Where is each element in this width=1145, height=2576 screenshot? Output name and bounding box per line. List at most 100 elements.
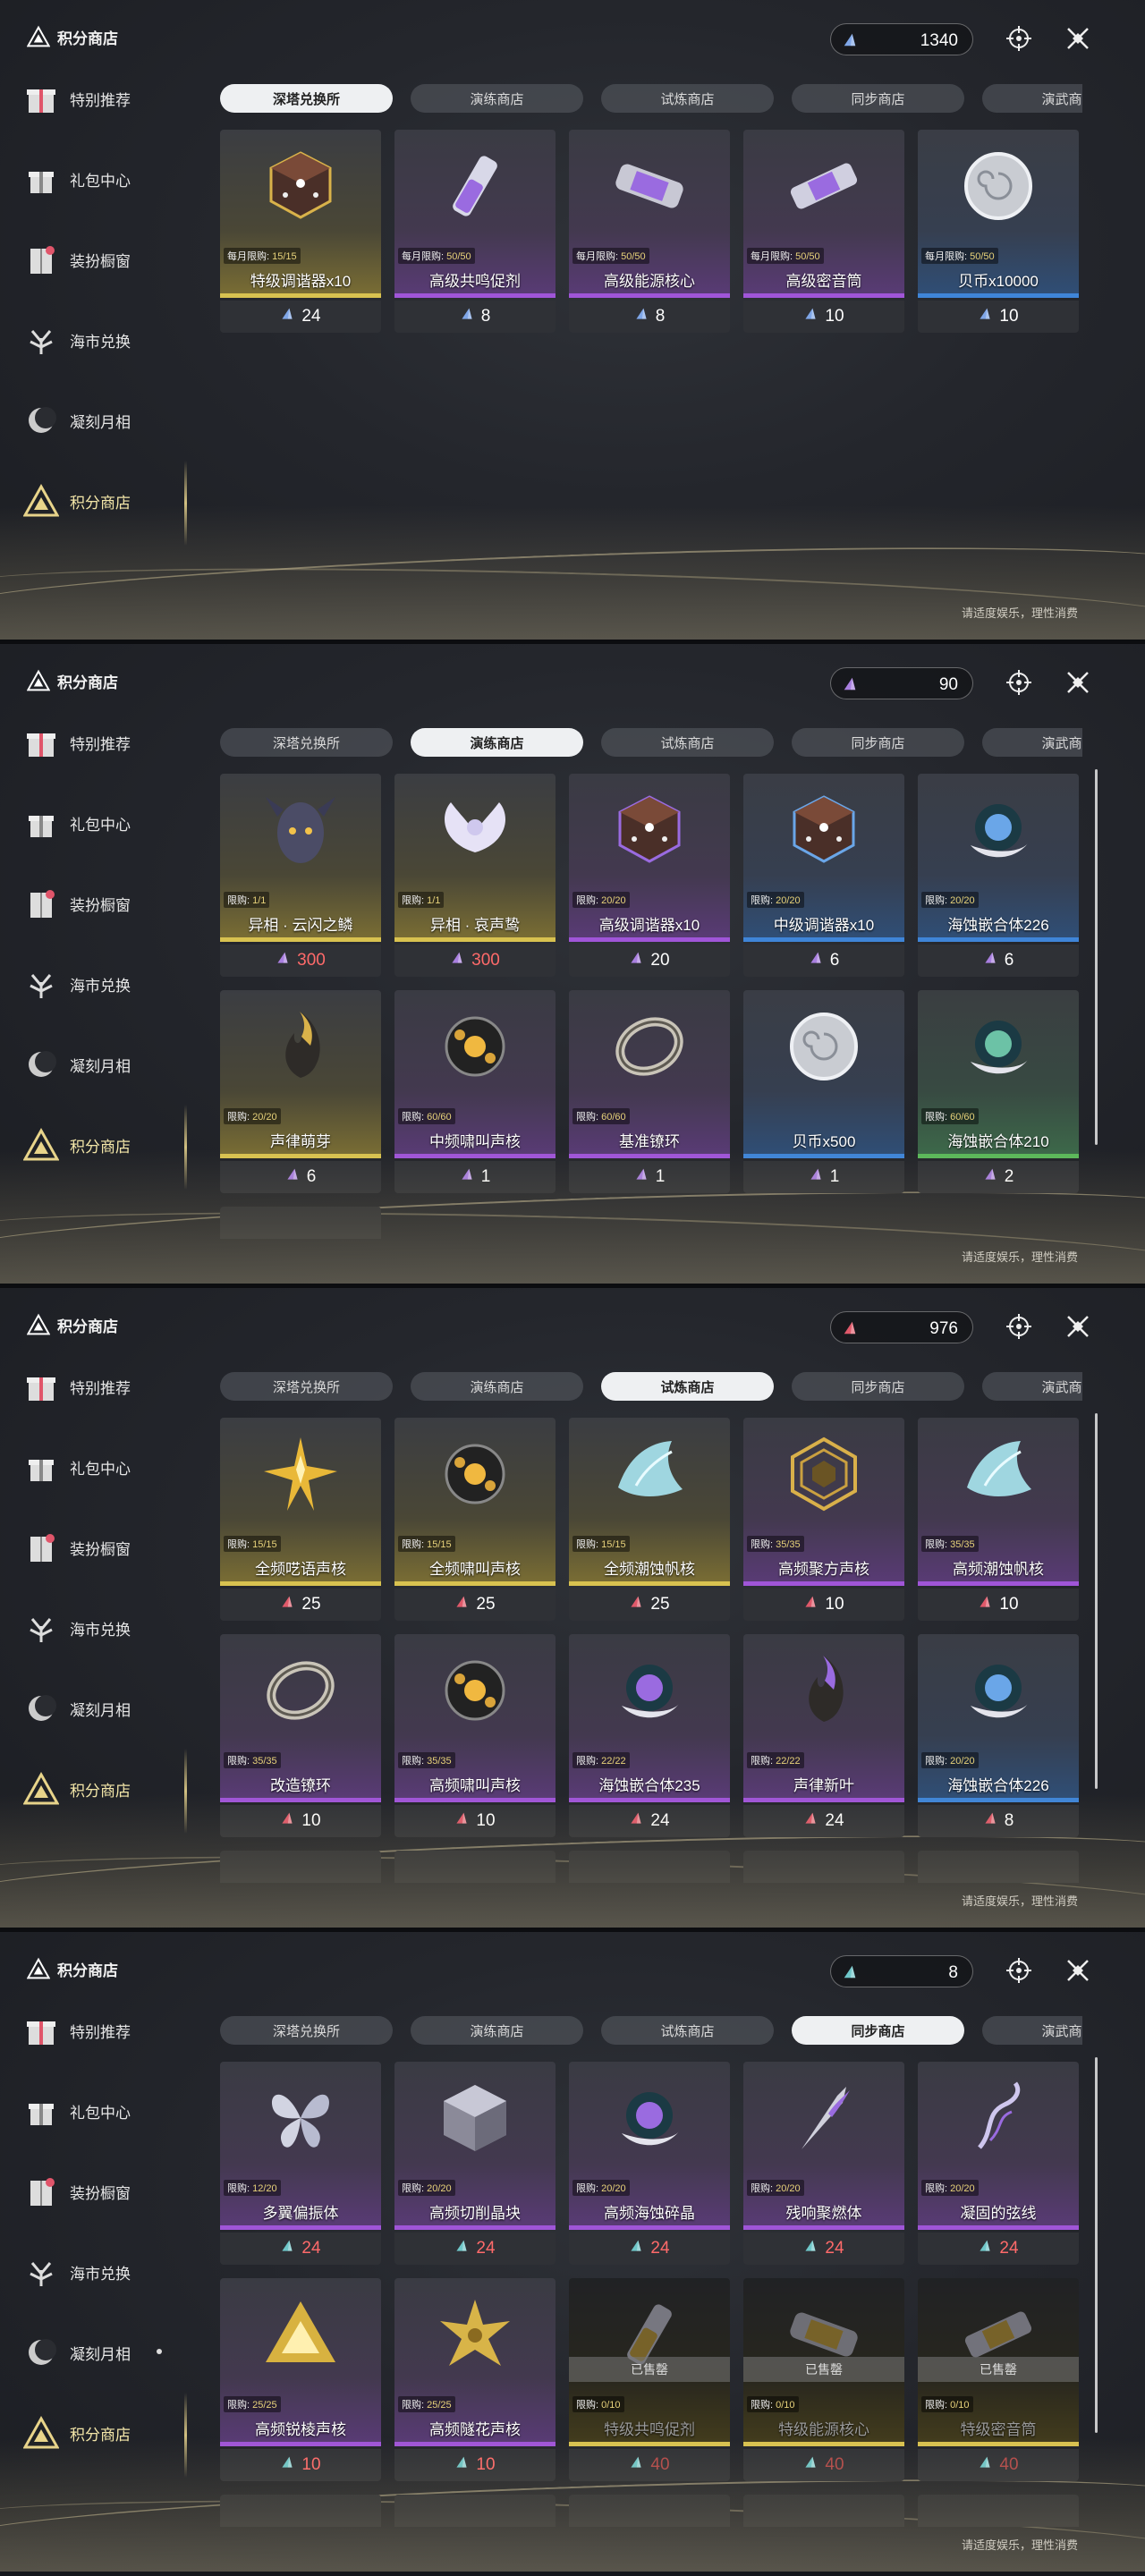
shop-item-card[interactable]: 限购: 20/20 残响聚燃体 24 <box>743 2062 904 2272</box>
shop-item-card[interactable]: 限购: 25/25 高频锐棱声核 10 <box>220 2278 381 2488</box>
sidebar-item-2[interactable]: 礼包中心 <box>23 1440 202 1494</box>
next-row-card[interactable] <box>394 1851 556 1883</box>
sidebar-item-4[interactable]: 海市兑换 <box>23 957 202 1011</box>
shop-item-card[interactable]: 限购: 15/15 全频啸叫声核 25 <box>394 1418 556 1628</box>
shop-item-card[interactable]: 限购: 15/15 全频呓语声核 25 <box>220 1418 381 1628</box>
shop-item-card[interactable]: 限购: 15/15 全频潮蚀帆核 25 <box>569 1418 730 1628</box>
locate-button[interactable] <box>1002 1953 1036 1987</box>
tab-3[interactable]: 试炼商店 <box>601 728 774 757</box>
shop-item-card[interactable]: 限购: 22/22 海蚀嵌合体235 24 <box>569 1634 730 1844</box>
shop-item-card[interactable]: 贝币x500 1 <box>743 990 904 1200</box>
next-row-card[interactable] <box>220 1207 381 1239</box>
scrollbar[interactable] <box>1095 769 1098 1145</box>
shop-item-card[interactable]: 每月限购: 50/50 高级密音筒 10 <box>743 130 904 340</box>
shop-item-card[interactable]: 限购: 1/1 异相 · 哀声鸷 300 <box>394 774 556 984</box>
tab-5[interactable]: 演武商店 <box>982 2016 1082 2045</box>
sidebar-item-2[interactable]: 礼包中心 <box>23 2084 202 2138</box>
tab-3[interactable]: 试炼商店 <box>601 1372 774 1401</box>
locate-button[interactable] <box>1002 1309 1036 1343</box>
shop-item-card[interactable]: 限购: 60/60 海蚀嵌合体210 2 <box>918 990 1079 1200</box>
shop-item-card[interactable]: 限购: 35/35 高频啸叫声核 10 <box>394 1634 556 1844</box>
sidebar-item-5[interactable]: 凝刻月相 <box>23 2326 202 2379</box>
tab-5[interactable]: 演武商店 <box>982 84 1082 113</box>
shop-item-card[interactable]: 限购: 20/20 高频切削晶块 24 <box>394 2062 556 2272</box>
sidebar-item-2[interactable]: 礼包中心 <box>23 796 202 850</box>
sidebar-item-6[interactable]: 积分商店 <box>23 1118 202 1172</box>
tab-3[interactable]: 试炼商店 <box>601 84 774 113</box>
next-row-card[interactable] <box>220 2495 381 2527</box>
tab-2[interactable]: 演练商店 <box>411 728 583 757</box>
shop-item-card[interactable]: 已售罄 限购: 0/10 特级密音筒 40 <box>918 2278 1079 2488</box>
shop-item-card[interactable]: 限购: 20/20 中级调谐器x10 6 <box>743 774 904 984</box>
scrollbar[interactable] <box>1095 2057 1098 2433</box>
shop-item-card[interactable]: 限购: 1/1 异相 · 云闪之鳞 300 <box>220 774 381 984</box>
shop-item-card[interactable]: 限购: 22/22 声律新叶 24 <box>743 1634 904 1844</box>
sidebar-item-2[interactable]: 礼包中心 <box>23 152 202 206</box>
shop-item-card[interactable]: 已售罄 限购: 0/10 特级能源核心 40 <box>743 2278 904 2488</box>
tab-5[interactable]: 演武商店 <box>982 1372 1082 1401</box>
shop-item-card[interactable]: 限购: 35/35 改造镣环 10 <box>220 1634 381 1844</box>
tab-1[interactable]: 深塔兑换所 <box>220 728 393 757</box>
close-button[interactable] <box>1061 665 1095 699</box>
close-button[interactable] <box>1061 1309 1095 1343</box>
close-button[interactable] <box>1061 21 1095 55</box>
sidebar-item-1[interactable]: 特别推荐 <box>23 2004 202 2057</box>
tab-2[interactable]: 演练商店 <box>411 84 583 113</box>
shop-item-card[interactable]: 限购: 60/60 中频啸叫声核 1 <box>394 990 556 1200</box>
next-row-card[interactable] <box>394 2495 556 2527</box>
tab-4[interactable]: 同步商店 <box>792 2016 964 2045</box>
next-row-card[interactable] <box>918 1851 1079 1883</box>
shop-item-card[interactable]: 每月限购: 50/50 高级能源核心 8 <box>569 130 730 340</box>
shop-item-card[interactable]: 每月限购: 15/15 特级调谐器x10 24 <box>220 130 381 340</box>
shop-item-card[interactable]: 限购: 20/20 海蚀嵌合体226 6 <box>918 774 1079 984</box>
shop-item-card[interactable]: 限购: 20/20 声律萌芽 6 <box>220 990 381 1200</box>
tab-3[interactable]: 试炼商店 <box>601 2016 774 2045</box>
shop-item-card[interactable]: 每月限购: 50/50 贝币x10000 10 <box>918 130 1079 340</box>
shop-item-card[interactable]: 限购: 20/20 凝固的弦线 24 <box>918 2062 1079 2272</box>
next-row-card[interactable] <box>569 2495 730 2527</box>
sidebar-item-1[interactable]: 特别推荐 <box>23 72 202 125</box>
sidebar-item-4[interactable]: 海市兑换 <box>23 313 202 367</box>
sidebar-item-1[interactable]: 特别推荐 <box>23 1360 202 1413</box>
shop-item-card[interactable]: 限购: 20/20 高级调谐器x10 20 <box>569 774 730 984</box>
sidebar-item-6[interactable]: 积分商店 <box>23 1762 202 1816</box>
shop-item-card[interactable]: 限购: 12/20 多翼偏振体 24 <box>220 2062 381 2272</box>
shop-item-card[interactable]: 限购: 35/35 高频潮蚀帆核 10 <box>918 1418 1079 1628</box>
tab-1[interactable]: 深塔兑换所 <box>220 84 393 113</box>
tab-4[interactable]: 同步商店 <box>792 84 964 113</box>
next-row-card[interactable] <box>743 1851 904 1883</box>
tab-4[interactable]: 同步商店 <box>792 1372 964 1401</box>
shop-item-card[interactable]: 每月限购: 50/50 高级共鸣促剂 8 <box>394 130 556 340</box>
sidebar-item-1[interactable]: 特别推荐 <box>23 716 202 769</box>
next-row-card[interactable] <box>743 2495 904 2527</box>
sidebar-item-3[interactable]: 装扮橱窗 <box>23 877 202 930</box>
sidebar-item-6[interactable]: 积分商店 <box>23 2406 202 2460</box>
next-row-card[interactable] <box>918 2495 1079 2527</box>
shop-item-card[interactable]: 限购: 60/60 基准镣环 1 <box>569 990 730 1200</box>
locate-button[interactable] <box>1002 665 1036 699</box>
tab-1[interactable]: 深塔兑换所 <box>220 2016 393 2045</box>
sidebar-item-5[interactable]: 凝刻月相 <box>23 394 202 447</box>
tab-5[interactable]: 演武商店 <box>982 728 1082 757</box>
sidebar-item-5[interactable]: 凝刻月相 <box>23 1682 202 1735</box>
shop-item-card[interactable]: 限购: 20/20 海蚀嵌合体226 8 <box>918 1634 1079 1844</box>
next-row-card[interactable] <box>220 1851 381 1883</box>
tab-2[interactable]: 演练商店 <box>411 2016 583 2045</box>
shop-item-card[interactable]: 限购: 20/20 高频海蚀碎晶 24 <box>569 2062 730 2272</box>
sidebar-item-3[interactable]: 装扮橱窗 <box>23 2165 202 2218</box>
shop-item-card[interactable]: 限购: 35/35 高频聚方声核 10 <box>743 1418 904 1628</box>
sidebar-item-3[interactable]: 装扮橱窗 <box>23 1521 202 1574</box>
tab-1[interactable]: 深塔兑换所 <box>220 1372 393 1401</box>
sidebar-item-6[interactable]: 积分商店 <box>23 474 202 528</box>
locate-button[interactable] <box>1002 21 1036 55</box>
close-button[interactable] <box>1061 1953 1095 1987</box>
tab-2[interactable]: 演练商店 <box>411 1372 583 1401</box>
shop-item-card[interactable]: 限购: 25/25 高频隧花声核 10 <box>394 2278 556 2488</box>
sidebar-item-4[interactable]: 海市兑换 <box>23 2245 202 2299</box>
scrollbar[interactable] <box>1095 1413 1098 1789</box>
shop-item-card[interactable]: 已售罄 限购: 0/10 特级共鸣促剂 40 <box>569 2278 730 2488</box>
sidebar-item-4[interactable]: 海市兑换 <box>23 1601 202 1655</box>
sidebar-item-3[interactable]: 装扮橱窗 <box>23 233 202 286</box>
sidebar-item-5[interactable]: 凝刻月相 <box>23 1038 202 1091</box>
next-row-card[interactable] <box>569 1851 730 1883</box>
